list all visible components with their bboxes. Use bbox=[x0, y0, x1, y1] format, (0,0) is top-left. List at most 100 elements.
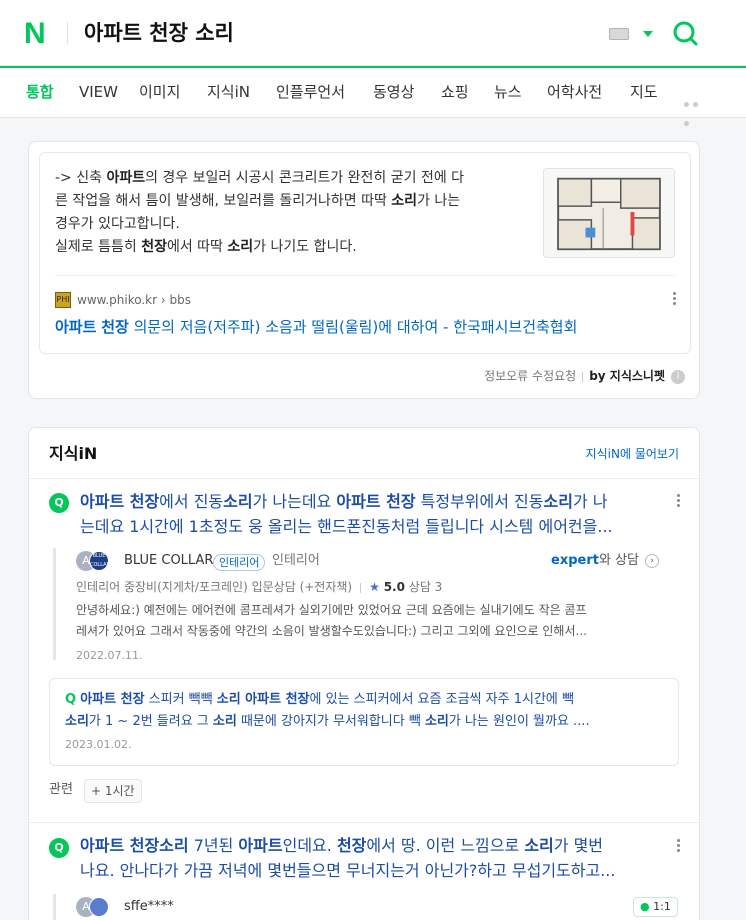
title-highlight: 소리 bbox=[543, 492, 573, 511]
answer-text: 레셔가 있어요 그래서 작동중에 약간의 소음이 발생할수도있습니다:) 그리고… bbox=[76, 624, 587, 638]
tab-shopping[interactable]: 쇼핑 bbox=[441, 82, 469, 102]
report-error-link[interactable]: 정보오류 수정요청 bbox=[484, 369, 576, 383]
snippet-highlight: 소리 bbox=[227, 239, 254, 255]
source-url[interactable]: www.phiko.kr › bbs bbox=[77, 290, 191, 310]
snippet-highlight: 소리 bbox=[391, 193, 418, 209]
expert-consult-label: 와 상담 bbox=[598, 553, 639, 568]
snippet-box: -> 신축 아파트의 경우 보일러 시공시 콘크리트가 완전히 굳기 전에 다 … bbox=[39, 152, 691, 354]
footer-divider bbox=[582, 371, 584, 382]
title-text: 에서 진동 bbox=[159, 492, 224, 511]
title-highlight: 소리 bbox=[223, 492, 253, 511]
search-header: N 아파트 천장 소리 bbox=[0, 0, 746, 66]
tab-map[interactable]: 지도 bbox=[630, 82, 658, 102]
rating-value: 5.0 bbox=[383, 580, 405, 594]
knowledge-in-card: 지식iN 지식iN에 물어보기 Q 아파트 천장에서 진동소리가 나는데요 아파… bbox=[28, 427, 700, 920]
site-favicon: PHI bbox=[55, 292, 71, 308]
answerer-name[interactable]: sffe**** bbox=[124, 897, 174, 917]
naver-logo[interactable]: N bbox=[24, 19, 52, 49]
answerer-meta: 인테리어 중장비(지게차/포크레인) 입문상담 (+전자책) ★ 5.0 상담 3 bbox=[76, 577, 442, 597]
header-divider bbox=[67, 22, 68, 44]
snippet-text-part: 가 나기도 합니다. bbox=[253, 239, 357, 255]
tab-view[interactable]: VIEW bbox=[79, 82, 118, 102]
snippet-text-part: 의 경우 보일러 시공시 콘크리트가 완전히 굳기 전에 다 bbox=[145, 170, 465, 186]
tab-news[interactable]: 뉴스 bbox=[494, 82, 522, 102]
source-more-icon[interactable] bbox=[672, 292, 676, 308]
title-text: 나요. 안나다가 가끔 저녁에 몇번들으면 무너지는거 아닌가?하고 무섭기도하… bbox=[80, 861, 616, 880]
answer-text: 안녕하세요:) 예전에는 에어컨에 콤프레셔가 실외기에만 있었어요 근데 요즘… bbox=[76, 603, 587, 617]
question-title-link[interactable]: 아파트 천장에서 진동소리가 나는데요 아파트 천장 특정부위에서 진동소리가 … bbox=[80, 489, 660, 539]
question-more-icon[interactable] bbox=[676, 839, 680, 855]
chevron-down-icon[interactable] bbox=[643, 31, 653, 37]
knowledge-snippet-card: -> 신축 아파트의 경우 보일러 시공시 콘크리트가 완전히 굳기 전에 다 … bbox=[28, 141, 700, 399]
title-highlight: 아파트 천장 bbox=[336, 492, 416, 511]
consult-product[interactable]: 인테리어 중장비(지게차/포크레인) 입문상담 (+전자책) bbox=[76, 580, 352, 594]
section-title: 지식iN bbox=[49, 444, 98, 463]
title-text: 는데요 1시간에 1초정도 웅 올리는 핸드폰진동처럼 들립니다 시스템 에어컨… bbox=[80, 517, 613, 536]
title-highlight: 천장 bbox=[101, 318, 129, 336]
title-highlight: 천장 bbox=[336, 836, 367, 855]
snippet-text-part: 실제로 틈틈히 bbox=[55, 239, 142, 255]
floor-plan-thumbnail[interactable] bbox=[543, 168, 675, 258]
tab-video[interactable]: 동영상 bbox=[373, 82, 414, 102]
title-text: 가 1 ~ 2번 들려요 그 bbox=[88, 714, 213, 729]
one-on-one-chat-badge[interactable]: ● 1:1 bbox=[633, 897, 678, 917]
snippet-text: -> 신축 아파트의 경우 보일러 시공시 콘크리트가 완전히 굳기 전에 다 … bbox=[55, 167, 525, 259]
ask-knowledge-in-link[interactable]: 지식iN에 물어보기 bbox=[586, 444, 679, 464]
title-text: 때문에 강아지가 무서워합니다 빽 bbox=[236, 714, 425, 729]
snippet-attribution: by 지식스니펫 bbox=[589, 369, 665, 383]
related-question-box[interactable]: Q 아파트 천장 스피커 빽빽 소리 아파트 천장에 있는 스피커에서 요즘 조… bbox=[49, 678, 679, 766]
title-highlight: 소리 bbox=[424, 714, 449, 729]
expert-avatar: BLUE COLLAR bbox=[89, 551, 109, 571]
answer-block: A BLUE COLLAR BLUE COLLAR 인테리어 인테리어 expe… bbox=[53, 548, 681, 662]
chat-icon: ● bbox=[640, 900, 650, 913]
title-highlight: 소리 bbox=[524, 836, 554, 855]
chevron-right-icon: › bbox=[645, 553, 659, 568]
question-icon: Q bbox=[49, 493, 69, 513]
title-highlight: 아파트 천장소리 bbox=[80, 836, 189, 855]
keyboard-icon[interactable] bbox=[609, 28, 629, 40]
tab-images[interactable]: 이미지 bbox=[139, 82, 180, 102]
related-question-date: 2023.01.02. bbox=[65, 738, 132, 751]
title-text: 가 몇번 bbox=[553, 836, 604, 855]
title-text: 특정부위에서 진동 bbox=[415, 492, 544, 511]
answer-block: A sffe**** ● 1:1 bbox=[53, 894, 681, 920]
title-highlight: 아파트 bbox=[238, 836, 283, 855]
search-icon[interactable] bbox=[672, 20, 698, 46]
related-question-text[interactable]: Q 아파트 천장 스피커 빽빽 소리 아파트 천장에 있는 스피커에서 요즘 조… bbox=[65, 689, 665, 733]
tab-influencer[interactable]: 인플루언서 bbox=[276, 82, 345, 102]
question-more-icon[interactable] bbox=[676, 494, 680, 510]
title-text: 에서 땅. 이런 느낌으로 bbox=[366, 836, 525, 855]
info-icon[interactable]: i bbox=[671, 369, 685, 384]
title-text: 의문의 저음(저주파) 소음과 떨림(울림)에 대하여 - 한국패시브건축협회 bbox=[128, 318, 578, 336]
title-text: 에 있는 스피커에서 요즘 조금씩 자주 1시간에 빽 bbox=[309, 692, 574, 707]
title-text: 7년된 bbox=[188, 836, 239, 855]
title-text: 인데요. bbox=[282, 836, 337, 855]
snippet-text-part: 가 나는 bbox=[417, 193, 461, 209]
consult-count: 상담 3 bbox=[404, 580, 443, 594]
snippet-highlight: 아파트 bbox=[106, 170, 146, 186]
user-avatar bbox=[89, 897, 109, 917]
title-text: 스피커 빽빽 bbox=[144, 692, 217, 707]
tab-dictionary[interactable]: 어학사전 bbox=[547, 82, 602, 102]
title-highlight: 아파트 천장 bbox=[80, 692, 145, 707]
title-highlight: 아파트 천장 bbox=[80, 492, 160, 511]
related-tag-chip[interactable]: + 1시간 bbox=[84, 779, 142, 803]
title-text: 가 나는 원인이 뭘까요 .... bbox=[448, 714, 590, 729]
answer-preview[interactable]: 안녕하세요:) 예전에는 에어컨에 콤프레셔가 실외기에만 있었어요 근데 요즘… bbox=[76, 600, 676, 642]
question-title-link[interactable]: 아파트 천장소리 7년된 아파트인데요. 천장에서 땅. 이런 느낌으로 소리가… bbox=[80, 833, 660, 883]
answer-date: 2022.07.11. bbox=[76, 649, 143, 662]
tab-knowledge-in[interactable]: 지식iN bbox=[207, 82, 250, 102]
question-divider bbox=[29, 822, 699, 823]
title-highlight: 아파트 bbox=[55, 318, 97, 336]
chat-label: 1:1 bbox=[653, 900, 671, 913]
expert-consult-link[interactable]: expert와 상담 › bbox=[551, 551, 659, 571]
title-text: 가 나 bbox=[572, 492, 608, 511]
search-tabs: 통합 VIEW 이미지 지식iN 인플루언서 동영상 쇼핑 뉴스 어학사전 지도 bbox=[0, 66, 746, 126]
answerer-name[interactable]: BLUE COLLAR bbox=[124, 551, 213, 571]
tab-integrated[interactable]: 통합 bbox=[26, 82, 54, 102]
source-title-link[interactable]: 아파트 천장 의문의 저음(저주파) 소음과 떨림(울림)에 대하여 - 한국패… bbox=[55, 315, 577, 339]
more-tabs-icon[interactable] bbox=[684, 92, 708, 126]
snippet-text-part: 경우가 있다고합니다. bbox=[55, 216, 180, 232]
title-text: 가 나는데요 bbox=[252, 492, 337, 511]
search-query[interactable]: 아파트 천장 소리 bbox=[84, 18, 234, 48]
